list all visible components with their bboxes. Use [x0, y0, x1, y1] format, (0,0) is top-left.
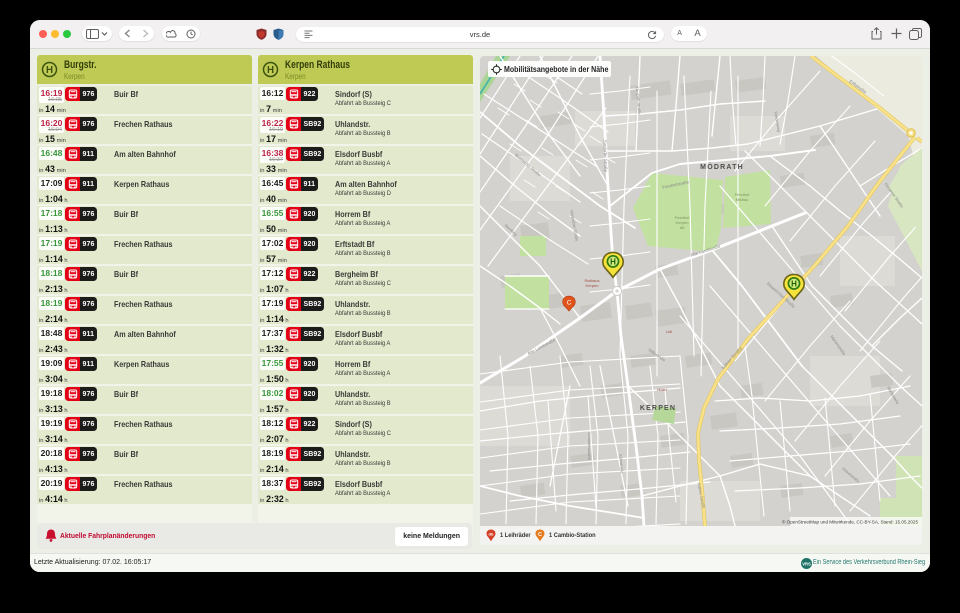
- svg-text:FriedhofMistlau: FriedhofMistlau: [735, 192, 751, 202]
- svg-text:© OpenStreetMap und Mitwirkend: © OpenStreetMap und Mitwirkende, CC-BY-S…: [782, 519, 918, 525]
- svg-text:H: H: [46, 65, 53, 76]
- svg-text:KERPEN: KERPEN: [640, 405, 676, 412]
- svg-text:Schützenstraße: Schützenstraße: [587, 432, 592, 461]
- svg-text:MÖDRATH: MÖDRATH: [700, 162, 744, 171]
- svg-text:RathausKerpen: RathausKerpen: [585, 278, 600, 288]
- svg-text:VRS: VRS: [802, 562, 811, 567]
- svg-text:H: H: [791, 279, 797, 288]
- svg-text:H: H: [267, 65, 274, 76]
- svg-text:C: C: [567, 299, 572, 306]
- svg-text:Lidl: Lidl: [666, 329, 672, 334]
- svg-text:db: db: [489, 532, 494, 537]
- svg-text:H: H: [610, 257, 616, 266]
- svg-text:C: C: [538, 532, 542, 538]
- svg-text:Hotel: Hotel: [657, 387, 666, 392]
